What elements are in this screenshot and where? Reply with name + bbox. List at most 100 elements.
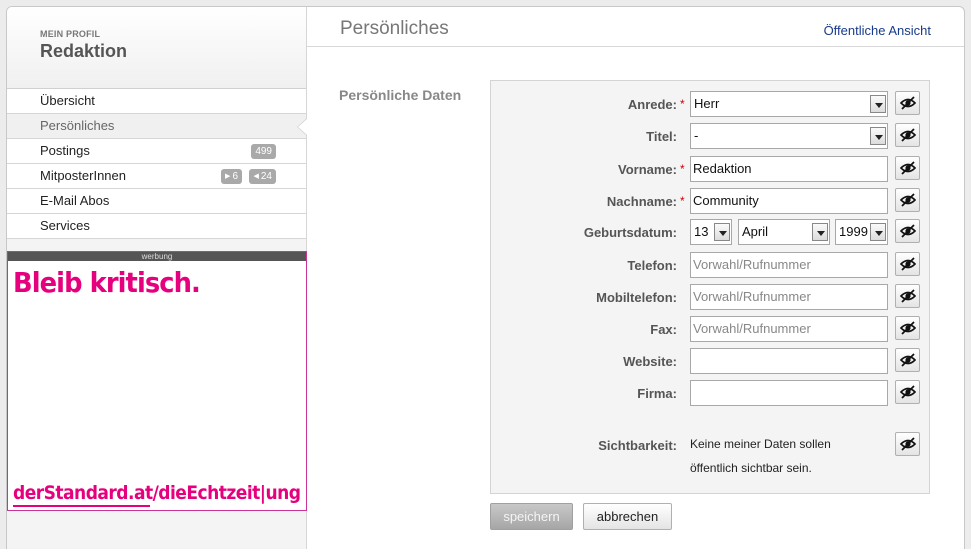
sichtbarkeit-line-1: Keine meiner Daten sollen bbox=[690, 437, 831, 451]
nachname-label: Nachname: bbox=[606, 194, 677, 209]
anrede-label: Anrede: bbox=[627, 97, 677, 112]
titel-label: Titel: bbox=[646, 129, 677, 144]
sidebar-item-persoenliches[interactable]: Persönliches bbox=[7, 114, 307, 139]
required-mark: * bbox=[680, 97, 685, 111]
fax-input[interactable]: Vorwahl/Rufnummer bbox=[690, 316, 888, 342]
outgoing-count-badge: ◀ 24 bbox=[249, 169, 276, 184]
visibility-toggle-anrede[interactable] bbox=[895, 91, 920, 115]
visibility-toggle-mobiltelefon[interactable] bbox=[895, 284, 920, 308]
sidebar-nav: Übersicht Persönliches Postings 499 Mitp… bbox=[7, 89, 307, 239]
birth-month-select[interactable]: April bbox=[738, 219, 830, 245]
eye-crossed-icon bbox=[899, 161, 917, 175]
row-fax: Fax: Vorwahl/Rufnummer bbox=[491, 316, 931, 342]
birth-day-value: 13 bbox=[694, 224, 709, 239]
anrede-value: Herr bbox=[694, 96, 720, 111]
visibility-toggle-firma[interactable] bbox=[895, 380, 920, 404]
row-titel: Titel: - bbox=[491, 123, 931, 149]
visibility-toggle-website[interactable] bbox=[895, 348, 920, 372]
firma-input[interactable] bbox=[690, 380, 888, 406]
row-anrede: Anrede: * Herr bbox=[491, 91, 931, 117]
birth-year-select[interactable]: 1999 bbox=[835, 219, 888, 245]
visibility-toggle-all[interactable] bbox=[895, 432, 920, 456]
telefon-label: Telefon: bbox=[627, 258, 677, 273]
eye-crossed-icon bbox=[899, 224, 917, 238]
eye-crossed-icon bbox=[899, 193, 917, 207]
vorname-label: Vorname: bbox=[618, 162, 677, 177]
visibility-toggle-nachname[interactable] bbox=[895, 188, 920, 212]
sidebar-item-services[interactable]: Services bbox=[7, 214, 306, 239]
ad-label: werbung bbox=[8, 252, 306, 261]
row-geburtsdatum: Geburtsdatum: 13 April 1999 bbox=[491, 219, 931, 245]
row-nachname: Nachname: * Community bbox=[491, 188, 931, 214]
save-button[interactable]: speichern bbox=[490, 503, 573, 530]
sidebar-item-postings[interactable]: Postings 499 bbox=[7, 139, 306, 164]
section-label: Persönliche Daten bbox=[339, 87, 462, 103]
chevron-down-icon bbox=[714, 223, 730, 241]
sidebar-item-email-abos[interactable]: E-Mail Abos bbox=[7, 189, 306, 214]
eye-crossed-icon bbox=[899, 128, 917, 142]
required-mark: * bbox=[680, 162, 685, 176]
mobiltelefon-label: Mobiltelefon: bbox=[596, 290, 677, 305]
sichtbarkeit-text: Keine meiner Daten sollen öffentlich sic… bbox=[690, 432, 890, 480]
telefon-input[interactable]: Vorwahl/Rufnummer bbox=[690, 252, 888, 278]
eye-crossed-icon bbox=[899, 257, 917, 271]
visibility-toggle-titel[interactable] bbox=[895, 123, 920, 147]
visibility-toggle-fax[interactable] bbox=[895, 316, 920, 340]
postings-count-badge: 499 bbox=[251, 144, 276, 159]
outgoing-count: 24 bbox=[260, 171, 272, 182]
vorname-input[interactable]: Redaktion bbox=[690, 156, 888, 182]
sichtbarkeit-line-2: öffentlich sichtbar sein. bbox=[690, 461, 812, 475]
titel-select[interactable]: - bbox=[690, 123, 888, 149]
mobiltelefon-input[interactable]: Vorwahl/Rufnummer bbox=[690, 284, 888, 310]
row-vorname: Vorname: * Redaktion bbox=[491, 156, 931, 182]
sidebar-item-mitposterinnen[interactable]: MitposterInnen ▶ 6 ◀ 24 bbox=[7, 164, 306, 189]
website-input[interactable] bbox=[690, 348, 888, 374]
ad-headline: Bleib kritisch. bbox=[13, 266, 201, 299]
eye-crossed-icon bbox=[899, 437, 917, 451]
sidebar-item-uebersicht[interactable]: Übersicht bbox=[7, 89, 306, 114]
sichtbarkeit-label: Sichtbarkeit: bbox=[598, 438, 677, 453]
incoming-count: 6 bbox=[232, 171, 238, 182]
nachname-input[interactable]: Community bbox=[690, 188, 888, 214]
row-mobiltelefon: Mobiltelefon: Vorwahl/Rufnummer bbox=[491, 284, 931, 310]
advertisement[interactable]: werbung Bleib kritisch. derStandard.at/d… bbox=[7, 251, 307, 511]
sidebar-item-label: Übersicht bbox=[40, 93, 95, 108]
profile-name: Redaktion bbox=[40, 41, 128, 61]
anrede-select[interactable]: Herr bbox=[690, 91, 888, 117]
active-indicator-icon bbox=[298, 119, 307, 135]
visibility-toggle-vorname[interactable] bbox=[895, 156, 920, 180]
row-website: Website: bbox=[491, 348, 931, 374]
sidebar-item-label: E-Mail Abos bbox=[40, 193, 110, 208]
row-firma: Firma: bbox=[491, 380, 931, 406]
sidebar: MEIN PROFIL Redaktion Übersicht Persönli… bbox=[7, 7, 307, 549]
fax-label: Fax: bbox=[650, 322, 677, 337]
eye-crossed-icon bbox=[899, 353, 917, 367]
titel-value: - bbox=[694, 128, 699, 143]
cancel-button[interactable]: abbrechen bbox=[583, 503, 672, 530]
main-header: Persönliches Öffentliche Ansicht bbox=[307, 7, 964, 47]
required-mark: * bbox=[680, 194, 685, 208]
birth-year-value: 1999 bbox=[839, 224, 868, 239]
sidebar-item-label: Persönliches bbox=[40, 118, 115, 133]
eye-crossed-icon bbox=[899, 321, 917, 335]
birth-month-value: April bbox=[742, 224, 769, 239]
chevron-down-icon bbox=[870, 127, 886, 145]
chevron-down-icon bbox=[870, 95, 886, 113]
firma-label: Firma: bbox=[637, 386, 677, 401]
birth-day-select[interactable]: 13 bbox=[690, 219, 732, 245]
eye-crossed-icon bbox=[899, 289, 917, 303]
public-view-link[interactable]: Öffentliche Ansicht bbox=[824, 23, 931, 38]
ad-underline bbox=[13, 505, 150, 507]
personal-data-form: Anrede: * Herr Titel: - Vorname: * Redak… bbox=[490, 80, 930, 494]
website-label: Website: bbox=[623, 354, 677, 369]
incoming-count-badge: ▶ 6 bbox=[221, 169, 242, 184]
visibility-toggle-geburtsdatum[interactable] bbox=[895, 219, 920, 243]
geburtsdatum-label: Geburtsdatum: bbox=[583, 225, 677, 240]
eye-crossed-icon bbox=[899, 385, 917, 399]
chevron-down-icon bbox=[870, 223, 886, 241]
visibility-toggle-telefon[interactable] bbox=[895, 252, 920, 276]
arrow-left-icon: ◀ bbox=[253, 173, 259, 180]
profile-header: MEIN PROFIL Redaktion bbox=[7, 7, 306, 89]
eye-crossed-icon bbox=[899, 96, 917, 110]
ad-footer-link: derStandard.at/dieEchtzeit|ung bbox=[13, 482, 301, 504]
